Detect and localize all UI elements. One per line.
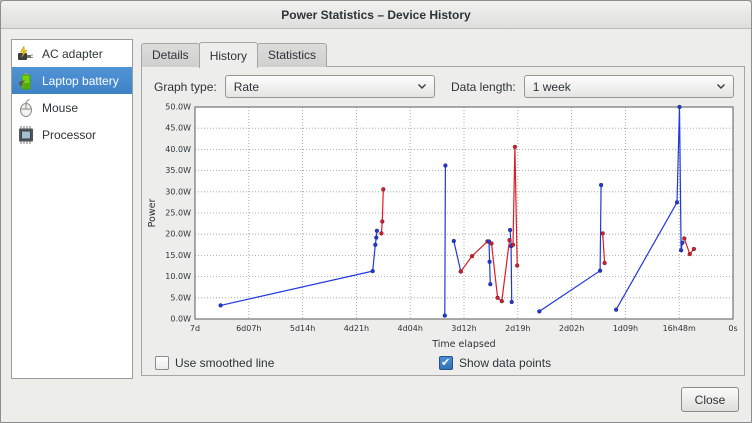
data-points-checkbox[interactable] [439,356,453,370]
graph-type-label: Graph type: [154,80,217,94]
titlebar[interactable]: Power Statistics – Device History [1,1,751,29]
smoothed-line-option[interactable]: Use smoothed line [155,354,274,371]
tab-history[interactable]: History [199,42,258,68]
data-points-option[interactable]: Show data points [439,354,551,371]
battery-icon [15,70,37,92]
smoothed-checkbox[interactable] [155,356,169,370]
graph-type-dropdown[interactable]: Rate [225,75,435,98]
svg-text:2d19h: 2d19h [505,324,530,333]
history-chart: 0.0W 5.0W 10.0W 15.0W 20.0W 25.0W 30.0W 35.0W 40… [143,101,745,353]
history-panel: Graph type: Rate Data length: 1 week 0.0… [141,66,745,376]
svg-text:25.0W: 25.0W [165,209,191,218]
graph-type-value: Rate [234,80,259,94]
svg-text:5d14h: 5d14h [290,324,315,333]
svg-text:2d02h: 2d02h [559,324,584,333]
svg-text:4d04h: 4d04h [397,324,422,333]
svg-text:6d07h: 6d07h [236,324,261,333]
svg-text:15.0W: 15.0W [165,251,191,260]
tab-bar: DetailsHistoryStatistics [141,42,326,67]
svg-text:35.0W: 35.0W [165,166,191,175]
svg-text:Power: Power [147,199,158,228]
sidebar-item-processor[interactable]: Processor [12,121,132,148]
svg-text:7d: 7d [190,324,200,333]
svg-text:10.0W: 10.0W [165,272,191,281]
data-length-label: Data length: [451,80,516,94]
svg-text:50.0W: 50.0W [165,103,191,112]
sidebar-item-label: Processor [42,128,96,142]
svg-text:0.0W: 0.0W [170,315,191,324]
svg-text:5.0W: 5.0W [170,293,191,302]
svg-text:1d09h: 1d09h [613,324,638,333]
tab-details[interactable]: Details [141,43,200,67]
close-button[interactable]: Close [681,387,739,412]
smoothed-checkbox-label: Use smoothed line [175,356,274,370]
data-length-dropdown[interactable]: 1 week [524,75,734,98]
tab-statistics[interactable]: Statistics [257,43,327,67]
processor-icon [15,124,37,146]
svg-text:40.0W: 40.0W [165,145,191,154]
svg-text:30.0W: 30.0W [165,187,191,196]
data-length-value: 1 week [533,80,571,94]
ac-adapter-icon [15,43,37,65]
data-points-checkbox-label: Show data points [459,356,551,370]
power-statistics-window: Power Statistics – Device History AC ada… [0,0,752,423]
sidebar-item-ac-adapter[interactable]: AC adapter [12,40,132,67]
svg-text:45.0W: 45.0W [165,124,191,133]
chevron-down-icon [716,83,726,90]
window-title: Power Statistics – Device History [281,8,470,22]
svg-text:Time elapsed: Time elapsed [431,339,495,350]
device-list: AC adapter Laptop battery Mouse Processor [11,39,133,379]
chart-controls: Graph type: Rate Data length: 1 week [154,75,734,98]
sidebar-item-laptop-battery[interactable]: Laptop battery [12,67,132,94]
sidebar-item-label: Mouse [42,101,78,115]
svg-text:3d12h: 3d12h [451,324,476,333]
sidebar-item-label: Laptop battery [42,74,119,88]
sidebar-item-mouse[interactable]: Mouse [12,94,132,121]
svg-text:4d21h: 4d21h [344,324,369,333]
chevron-down-icon [417,83,427,90]
svg-text:0s: 0s [728,324,737,333]
sidebar-item-label: AC adapter [42,47,103,61]
svg-text:20.0W: 20.0W [165,230,191,239]
mouse-icon [15,97,37,119]
svg-text:16h48m: 16h48m [663,324,696,333]
